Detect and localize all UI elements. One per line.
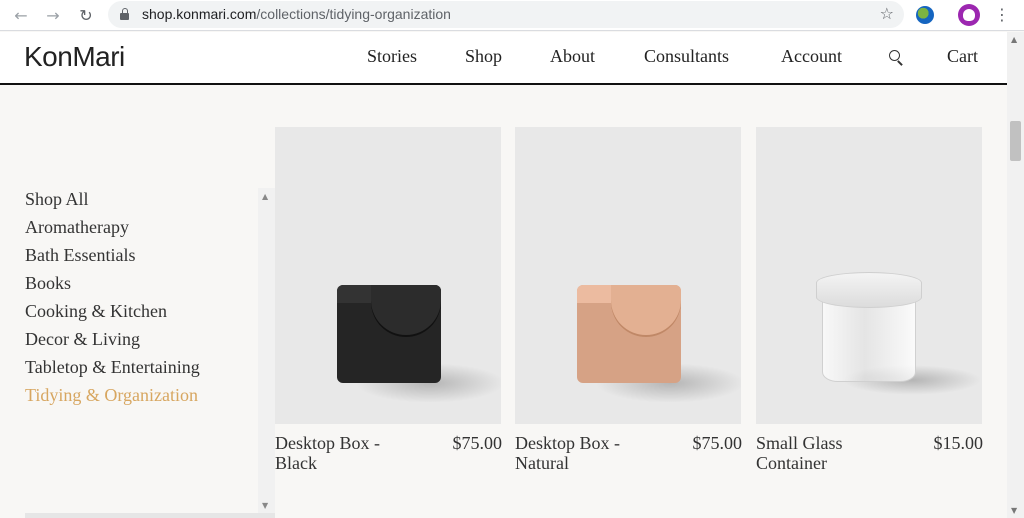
category-tabletop-entertaining[interactable]: Tabletop & Entertaining: [25, 353, 260, 381]
scroll-up-arrow-icon[interactable]: ▲: [262, 192, 268, 201]
forward-arrow-icon[interactable]: →: [42, 4, 64, 26]
nav-consultants[interactable]: Consultants: [644, 46, 729, 67]
product-price: $15.00: [933, 433, 984, 453]
scroll-down-arrow-icon[interactable]: ▼: [1011, 506, 1017, 515]
category-cooking-kitchen[interactable]: Cooking & Kitchen: [25, 297, 260, 325]
reload-icon[interactable]: ↻: [75, 4, 97, 26]
category-sidebar: Shop All Aromatherapy Bath Essentials Bo…: [25, 185, 260, 409]
search-icon[interactable]: [889, 50, 903, 66]
category-aromatherapy[interactable]: Aromatherapy: [25, 213, 260, 241]
site-header: KonMari Stories Shop About Consultants A…: [0, 32, 1007, 85]
lock-icon[interactable]: [120, 8, 129, 20]
product-name[interactable]: Desktop Box - Natural: [515, 433, 645, 473]
extension-icon[interactable]: [916, 6, 934, 24]
page-scrollbar[interactable]: ▲ ▼: [1007, 32, 1024, 518]
url-text[interactable]: shop.konmari.com/collections/tidying-org…: [142, 6, 451, 22]
product-name[interactable]: Small Glass Container: [756, 433, 886, 473]
nav-shop[interactable]: Shop: [465, 46, 502, 67]
address-bar[interactable]: shop.konmari.com/collections/tidying-org…: [108, 1, 904, 28]
browser-toolbar: ← → ↻ shop.konmari.com/collections/tidyi…: [0, 0, 1024, 31]
nav-cart[interactable]: Cart: [947, 46, 978, 67]
konmari-logo[interactable]: KonMari: [24, 41, 125, 73]
menu-dots-icon[interactable]: ⋮: [994, 4, 1010, 26]
glass-container-image[interactable]: [756, 127, 982, 424]
profile-avatar-icon[interactable]: [958, 4, 980, 26]
category-shop-all[interactable]: Shop All: [25, 185, 260, 213]
nav-account[interactable]: Account: [781, 46, 842, 67]
sidebar-horizontal-scrollbar[interactable]: [25, 513, 275, 518]
scroll-up-arrow-icon[interactable]: ▲: [1011, 35, 1017, 44]
product-price: $75.00: [452, 433, 503, 453]
product-card[interactable]: Desktop Box - Natural $75.00: [515, 127, 742, 477]
category-books[interactable]: Books: [25, 269, 260, 297]
sidebar-scrollbar[interactable]: ▲ ▼: [258, 188, 275, 514]
natural-box-image[interactable]: [515, 127, 741, 424]
product-price: $75.00: [692, 433, 743, 453]
nav-stories[interactable]: Stories: [367, 46, 417, 67]
product-name[interactable]: Desktop Box - Black: [275, 433, 405, 473]
url-domain: shop.konmari.com: [142, 6, 257, 22]
star-icon[interactable]: ☆: [880, 4, 894, 23]
scrollbar-thumb[interactable]: [1010, 121, 1021, 161]
product-card[interactable]: Small Glass Container $15.00: [756, 127, 983, 477]
black-box-image[interactable]: [275, 127, 501, 424]
product-card[interactable]: Desktop Box - Black $75.00: [275, 127, 502, 477]
back-arrow-icon[interactable]: ←: [10, 4, 32, 26]
category-decor-living[interactable]: Decor & Living: [25, 325, 260, 353]
scroll-down-arrow-icon[interactable]: ▼: [262, 501, 268, 510]
nav-about[interactable]: About: [550, 46, 595, 67]
url-path: /collections/tidying-organization: [256, 6, 451, 22]
category-bath-essentials[interactable]: Bath Essentials: [25, 241, 260, 269]
category-tidying-organization[interactable]: Tidying & Organization: [25, 381, 260, 409]
